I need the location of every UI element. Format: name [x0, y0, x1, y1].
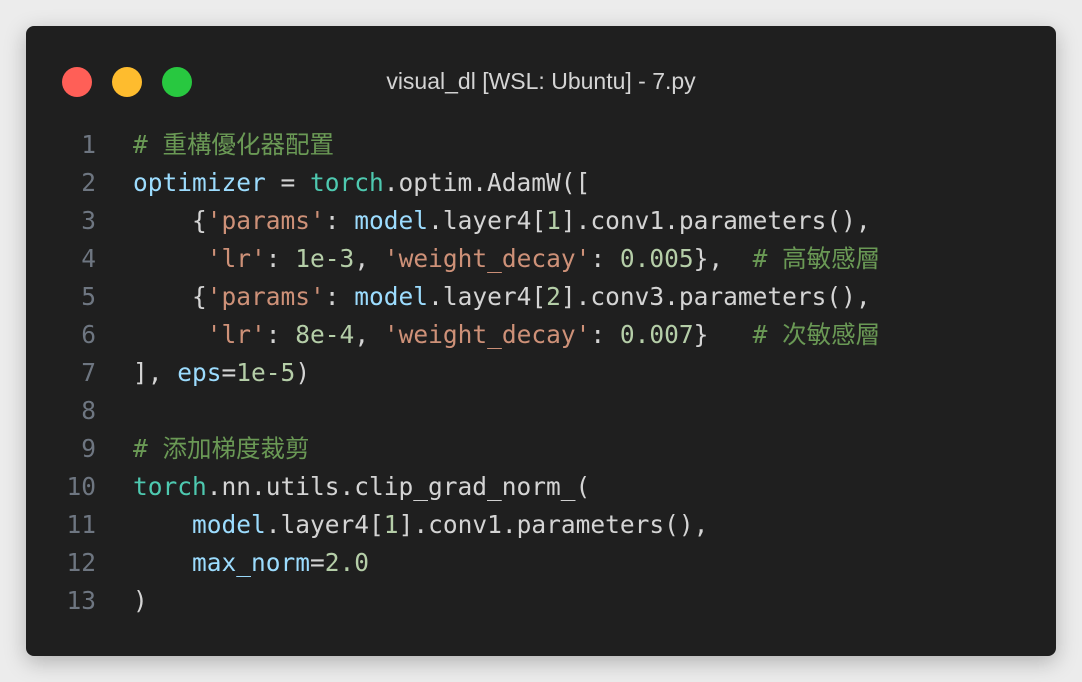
line-content: model.layer4[1].conv1.parameters(), [133, 506, 708, 544]
code-line: 5 {'params': model.layer4[2].conv3.param… [26, 278, 1056, 316]
code-token-punct: , [354, 320, 384, 349]
code-token-number: 0.007 [619, 320, 694, 349]
code-token-punct: : [324, 206, 355, 235]
code-token-number: 2.0 [324, 548, 370, 577]
line-content: ], eps=1e-5) [133, 354, 310, 392]
code-token-punct: = [221, 358, 237, 387]
code-token-string: 'weight_decay' [383, 320, 591, 349]
code-token-punct: { [133, 206, 207, 235]
code-token-var: model [192, 510, 266, 539]
code-token-punct: : [324, 282, 355, 311]
code-token-punct: }, [693, 244, 753, 273]
code-token-func: .layer4[ [265, 510, 384, 539]
code-token-punct: ) [295, 358, 311, 387]
code-window: visual_dl [WSL: Ubuntu] - 7.py 1 # 重構優化器配… [26, 26, 1056, 656]
line-number: 7 [81, 358, 96, 387]
code-line: 2 optimizer = torch.optim.AdamW([ [26, 164, 1056, 202]
code-token-comment: # 添加梯度裁剪 [133, 434, 310, 463]
code-token-punct [133, 244, 207, 273]
code-token-comment: # 高敏感層 [752, 244, 881, 273]
code-token-var: model [354, 206, 429, 235]
code-token-number: 0.005 [619, 244, 694, 273]
code-line: 7], eps=1e-5) [26, 354, 1056, 392]
code-token-number: 2 [546, 282, 561, 311]
line-number: 12 [66, 548, 96, 577]
line-number: 2 [81, 168, 96, 197]
line-content: # 添加梯度裁剪 [133, 430, 310, 468]
code-line: 1 # 重構優化器配置 [26, 126, 1056, 164]
code-token-module: torch [133, 472, 207, 501]
code-token-comment: # 次敏感層 [752, 320, 881, 349]
line-number: 1 [81, 130, 96, 159]
code-token-string: 'lr' [206, 320, 266, 349]
code-token-punct: ) [133, 586, 148, 615]
line-content: 'lr': 8e-4, 'weight_decay': 0.007} # 次敏感… [133, 316, 880, 354]
code-token-punct [133, 548, 192, 577]
code-token-comment: # 重構優化器配置 [133, 130, 334, 159]
line-number: 13 [66, 586, 96, 615]
window-title: visual_dl [WSL: Ubuntu] - 7.py [386, 68, 696, 94]
line-content: ) [133, 582, 148, 620]
code-token-var: optimizer [133, 168, 266, 197]
code-token-string: 'params' [206, 206, 325, 235]
line-content: 'lr': 1e-3, 'weight_decay': 0.005}, # 高敏… [133, 240, 880, 278]
line-number: 5 [81, 282, 96, 311]
line-content: max_norm=2.0 [133, 544, 369, 582]
code-token-number: 1 [546, 206, 561, 235]
code-token-number: 1e-3 [295, 244, 355, 273]
code-token-func: .nn.utils.clip_grad_norm_( [206, 472, 591, 501]
code-token-punct: ], [133, 358, 178, 387]
code-token-punct: = [265, 168, 311, 197]
line-number: 3 [81, 206, 96, 235]
line-content: {'params': model.layer4[2].conv3.paramet… [133, 278, 871, 316]
code-line: 13) [26, 582, 1056, 620]
code-line: 10 torch.nn.utils.clip_grad_norm_( [26, 468, 1056, 506]
code-token-punct: : [265, 320, 296, 349]
line-number: 4 [81, 244, 96, 273]
code-token-var: max_norm [192, 548, 311, 577]
code-token-func: .optim.AdamW([ [383, 168, 591, 197]
code-token-func: ].conv1.parameters(), [560, 206, 871, 235]
code-token-punct: : [265, 244, 296, 273]
line-content: {'params': model.layer4[1].conv1.paramet… [133, 202, 871, 240]
line-number: 10 [66, 472, 96, 501]
code-token-func: .layer4[ [428, 282, 547, 311]
code-line: 3 {'params': model.layer4[1].conv1.param… [26, 202, 1056, 240]
code-token-module: torch [310, 168, 384, 197]
code-token-punct: { [133, 282, 207, 311]
code-token-string: 'lr' [206, 244, 266, 273]
title-bar: visual_dl [WSL: Ubuntu] - 7.py [26, 26, 1056, 134]
code-line: 9 # 添加梯度裁剪 [26, 430, 1056, 468]
code-line: 12 max_norm=2.0 [26, 544, 1056, 582]
code-token-punct [133, 320, 207, 349]
code-token-number: 1 [383, 510, 399, 539]
line-number: 6 [81, 320, 96, 349]
code-token-func: ].conv3.parameters(), [560, 282, 871, 311]
code-token-func: .layer4[ [428, 206, 547, 235]
code-token-var: eps [177, 358, 222, 387]
code-token-punct [133, 510, 192, 539]
line-content: # 重構優化器配置 [133, 126, 334, 164]
code-token-number: 8e-4 [295, 320, 355, 349]
code-token-string: 'params' [206, 282, 325, 311]
code-token-var: model [354, 282, 429, 311]
code-line: 8 [26, 392, 1056, 430]
line-content: torch.nn.utils.clip_grad_norm_( [133, 468, 590, 506]
line-number: 11 [66, 510, 96, 539]
code-token-func: ].conv1.parameters(), [398, 510, 709, 539]
line-number: 8 [81, 396, 96, 425]
code-token-string: 'weight_decay' [383, 244, 591, 273]
line-number: 9 [81, 434, 96, 463]
code-editor[interactable]: 1 # 重構優化器配置 2 optimizer = torch.optim.AdamW… [26, 126, 1056, 620]
code-token-punct: : [590, 244, 620, 273]
code-line: 6 'lr': 8e-4, 'weight_decay': 0.007} # 次… [26, 316, 1056, 354]
code-token-punct: , [354, 244, 384, 273]
code-token-punct: } [693, 320, 753, 349]
line-content: optimizer = torch.optim.AdamW([ [133, 164, 590, 202]
code-line: 11 model.layer4[1].conv1.parameters(), [26, 506, 1056, 544]
code-token-number: 1e-5 [236, 358, 296, 387]
code-token-punct: : [590, 320, 620, 349]
code-token-punct: = [310, 548, 325, 577]
code-line: 4 'lr': 1e-3, 'weight_decay': 0.005}, # … [26, 240, 1056, 278]
